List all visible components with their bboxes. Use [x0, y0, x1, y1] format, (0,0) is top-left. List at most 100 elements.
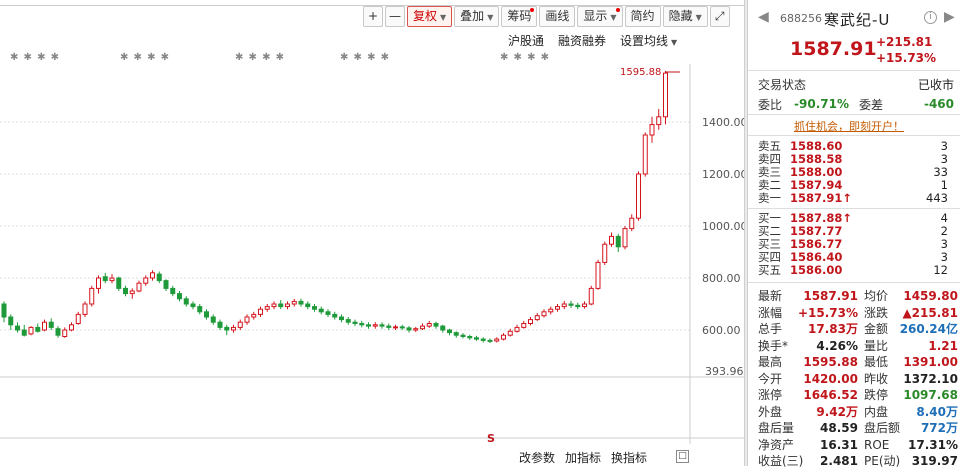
quote-row: 今开 1420.00 昨收 1372.10 [758, 371, 958, 387]
margin-trading-link[interactable]: 融资融券 [558, 32, 606, 49]
simple-mode-button[interactable]: 简约 [624, 6, 661, 27]
candle-body [656, 116, 662, 126]
quote-value: 9.42万 [816, 404, 858, 419]
info-icon[interactable]: i [924, 11, 937, 24]
candle-body [8, 316, 14, 326]
edit-params-button[interactable]: 改参数 [519, 449, 555, 466]
quote-label: 今开 [758, 371, 783, 386]
hk-connect-link[interactable]: 沪股通 [508, 32, 544, 49]
ask-row[interactable]: 卖五 1588.60 3 [758, 140, 954, 152]
bid-row[interactable]: 买二 1587.77 2 [758, 225, 954, 237]
quote-value: 1372.10 [903, 371, 958, 386]
event-marks: ✱ ✱ ✱ ✱ [500, 52, 551, 63]
candle-body [582, 303, 587, 308]
bid-row[interactable]: 买五 1586.00 12 [758, 264, 954, 276]
candle-body [48, 321, 54, 328]
candle-body [183, 298, 189, 305]
quote-value: 260.24亿 [899, 322, 958, 336]
candle-body [109, 277, 115, 282]
candle-body [177, 293, 182, 300]
candle-body [251, 313, 257, 318]
quote-value: 1420.00 [803, 371, 858, 386]
expand-box-icon[interactable]: □ [676, 450, 689, 463]
candle-body [609, 235, 614, 245]
quote-value: 1587.91 [803, 289, 858, 303]
quote-value: 1646.52 [803, 388, 858, 402]
divider [748, 70, 960, 71]
candle-body [62, 329, 68, 337]
candle-body [575, 304, 581, 308]
ask-row[interactable]: 卖一 1587.91↑ 443 [758, 192, 954, 204]
candle-body [285, 303, 290, 308]
open-account-banner[interactable]: 抓住机会，即刻开户！ [794, 118, 904, 134]
bid-volume: 3 [940, 237, 948, 251]
bid-row[interactable]: 买一 1587.88↑ 4 [758, 212, 954, 224]
quote-label: 最高 [758, 355, 783, 369]
quote-value: 1459.80 [903, 289, 958, 303]
order-ratio-row: 委比 -90.71% 委差 -460 [758, 95, 954, 113]
stock-header: ◀ 688256 寒武纪-U i ▶ [758, 8, 955, 30]
candle-body [339, 316, 344, 321]
quote-side-panel: ◀ 688256 寒武纪-U i ▶ 1587.91 +215.81 +15.7… [748, 0, 960, 469]
candle-body [143, 277, 149, 284]
next-stock-icon[interactable]: ▶ [944, 9, 955, 25]
status-label: 交易状态 [758, 77, 807, 92]
chart-subbar: 沪股通 融资融券 设置均线 ▼ [508, 32, 677, 49]
restore-right-button[interactable]: 复权 ▼ [407, 6, 453, 27]
current-price: 1587.91 [790, 38, 877, 60]
overlay-button[interactable]: 叠加 ▼ [454, 6, 500, 27]
candle-body [163, 280, 169, 289]
quote-row: 最高 1595.88 最低 1391.00 [758, 354, 958, 370]
ask-name: 卖二 [758, 178, 781, 192]
quote-label: 外盘 [758, 404, 783, 419]
bid-row[interactable]: 买四 1586.40 3 [758, 251, 954, 263]
candle-body [291, 300, 297, 305]
switch-indicator-button[interactable]: 换指标 [611, 449, 647, 466]
candle-body [318, 308, 324, 313]
candle-body [75, 313, 81, 324]
candle-body [474, 337, 479, 340]
display-button[interactable]: 显示 ▼ [577, 6, 623, 27]
quote-row: 涨幅 +15.73% 涨跌 ▲215.81 [758, 305, 958, 321]
quote-label: 均价 [864, 289, 889, 303]
prev-stock-icon[interactable]: ◀ [758, 9, 769, 25]
candle-body [258, 308, 263, 315]
draw-line-button[interactable]: 画线 [539, 6, 576, 27]
add-indicator-button[interactable]: 加指标 [565, 449, 601, 466]
candlestick-svg[interactable]: 1400.00 1200.00 1000.00 800.00 600.00 39… [0, 64, 744, 444]
candle-body [561, 303, 567, 308]
divider [748, 135, 960, 136]
ask-row[interactable]: 卖二 1587.94 1 [758, 179, 954, 191]
quote-value: 1391.00 [903, 355, 958, 369]
chips-button[interactable]: 筹码 [501, 6, 538, 27]
quote-row: 收益(三) 2.481 PE(动) 319.97 [758, 453, 958, 469]
zoom-out-button[interactable]: — [385, 6, 405, 27]
bid-row[interactable]: 买三 1586.77 3 [758, 238, 954, 250]
candle-body [15, 325, 20, 331]
hide-button[interactable]: 隐藏 ▼ [662, 6, 708, 27]
candle-body [129, 290, 135, 295]
candle-body [602, 243, 608, 263]
candle-body [548, 308, 554, 313]
quote-label: 量比 [864, 338, 889, 353]
candle-body [21, 329, 27, 336]
ask-row[interactable]: 卖三 1588.00 33 [758, 166, 954, 178]
zoom-in-button[interactable]: + [363, 6, 383, 27]
display-label: 显示 [583, 9, 608, 23]
candle-body [102, 276, 108, 282]
ask-volume: 33 [933, 165, 948, 179]
ma-setting-button[interactable]: 设置均线 ▼ [620, 32, 677, 49]
restore-label: 复权 [413, 9, 438, 23]
candle-body [244, 316, 250, 323]
candle-body [487, 339, 493, 342]
bid-name: 买一 [758, 211, 781, 225]
ask-row[interactable]: 卖四 1588.58 3 [758, 153, 954, 165]
candle-body [426, 323, 432, 327]
fullscreen-icon[interactable]: ⤢ [709, 6, 730, 27]
quote-label: 内盘 [864, 404, 889, 419]
ask-price: 1588.60 [790, 139, 843, 153]
candle-body [555, 306, 560, 310]
chevron-down-icon: ▼ [440, 13, 447, 22]
quote-value: 4.26% [816, 338, 858, 353]
kline-chart-panel[interactable]: + — 复权 ▼ 叠加 ▼ 筹码 画线 显示 ▼ 简约 隐藏 ▼ ⤢ 沪股通 融资融券 … [0, 0, 744, 466]
